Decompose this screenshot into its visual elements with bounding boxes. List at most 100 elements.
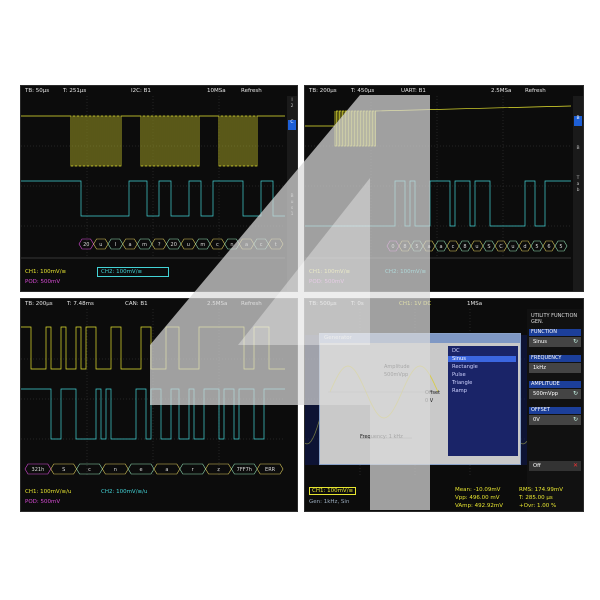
bus-decode-label: m — [200, 242, 205, 248]
amplitude-preview-value: 500mVpp — [384, 372, 409, 378]
side-button-t[interactable]: T — [574, 176, 582, 181]
off-label: Off — [533, 463, 541, 469]
rotary-knob-icon: ↻ — [572, 416, 578, 423]
bus-decode-label: u — [475, 244, 478, 250]
waveform-option-rectangle[interactable]: Rectangle — [452, 364, 478, 370]
ch1-tx-trace — [305, 105, 572, 147]
waveform-option-sinus[interactable]: Sinus — [448, 356, 516, 362]
side-button-b[interactable]: b — [574, 188, 582, 193]
waveform-option-dc[interactable]: DC — [452, 348, 460, 354]
amplitude-value: 500mVpp — [533, 391, 559, 397]
measurement-period: T: 285.00 µs — [519, 495, 553, 501]
bus-decode-label: 5 — [559, 244, 562, 250]
ch1-scale-label[interactable]: CH1: 100mV/≡ — [309, 269, 350, 275]
bus-decode-label: u — [511, 244, 514, 250]
bus-decode-label: 5 — [535, 244, 538, 250]
bus-decode-label: 8 — [403, 244, 406, 250]
side-button-s[interactable]: s — [288, 206, 296, 211]
bus-decode-label: n — [114, 467, 117, 473]
generator-status: Gen: 1kHz, Sin — [309, 499, 350, 505]
bus-decode-label: n — [230, 242, 233, 248]
ch2-rx-trace — [305, 180, 571, 227]
bus-decode-row: 321h Sc n e a r z 7FF7h ERR — [24, 463, 284, 475]
bus-decode-label: u — [187, 242, 190, 248]
bus-decode-label: a — [427, 244, 430, 250]
function-label: FUNCTION — [529, 329, 581, 336]
pod-scale-label[interactable]: POD: 500mV — [309, 279, 344, 285]
bus-decode-label: 7FF7h — [237, 467, 252, 473]
bus-decode-label: S — [487, 244, 490, 250]
function-generator-screen: TB: 500µs T: 0s CH1: 1V DC 1MSa Generato… — [304, 298, 584, 512]
bus-decode-label: ? — [158, 242, 161, 248]
measurement-rms: RMS: 174.99mV — [519, 487, 564, 493]
measurement-mean: Mean: -10.09mV — [455, 487, 501, 493]
pod-scale-label[interactable]: POD: 500mV — [25, 499, 60, 505]
i2c-waveform-area: 20 u Ia m? 20 u m c n a c t — [21, 96, 285, 259]
side-button-u[interactable]: u — [288, 200, 296, 205]
off-button[interactable]: Off ✕ — [529, 461, 581, 471]
amplitude-label: AMPLITUDE — [529, 381, 581, 388]
bus-decode-row: 0 8 5 a a c 8 u S Cu d 5 6 5 — [386, 240, 568, 252]
ch2-scale-label[interactable]: CH2: 100mV/≡/u — [101, 489, 148, 495]
bus-decode-label: S — [62, 467, 65, 473]
bus-decode-row: 20 u Ia m? 20 u m c n a c t — [78, 238, 284, 250]
side-menu: I 2 C B u s 1 — [287, 96, 297, 291]
bus-decode-label: 20 — [171, 242, 177, 248]
amplitude-preview-label: Amplitude — [384, 364, 410, 370]
can-waveform-area: 321h Sc n e a r z 7FF7h ERR — [21, 309, 285, 475]
can-decode-screen: TB: 200µs T: 7.48ms CAN: B1 2.5MSa Refre… — [20, 298, 298, 512]
bus-decode-label: ERR — [265, 467, 276, 473]
side-button-2[interactable]: 2 — [288, 104, 296, 109]
side-button-b2[interactable]: B — [574, 146, 582, 151]
side-button-c[interactable]: C — [288, 120, 296, 130]
bus-decode-label: r — [192, 467, 195, 473]
frequency-field[interactable]: 1kHz — [529, 363, 581, 373]
measurement-overshoot: +Ovr: 1.00 % — [519, 503, 557, 509]
bus-decode-label: a — [128, 242, 131, 248]
bus-decode-label: c — [216, 242, 219, 248]
side-button-b[interactable]: B — [288, 194, 296, 199]
waveform-list: DC Sinus Rectangle Pulse Triangle Ramp — [448, 346, 518, 456]
bus-decode-label: 5 — [415, 244, 418, 250]
side-button-b1[interactable]: B — [574, 116, 582, 126]
bus-decode-label: z — [217, 467, 220, 473]
side-button-a[interactable]: a — [574, 182, 582, 187]
ch2-scale-label[interactable]: CH2: 100mV/≡ — [101, 269, 142, 275]
bus-decode-label: I — [115, 242, 116, 248]
ch2-scale-label[interactable]: CH2: 100mV/≡ — [385, 269, 426, 275]
offset-label: OFFSET — [529, 407, 581, 414]
bus-decode-label: 20 — [83, 242, 89, 248]
bus-decode-label: u — [99, 242, 102, 248]
bus-decode-label: a — [439, 244, 442, 250]
frequency-value: 1kHz — [533, 365, 546, 371]
offset-value: 0V — [533, 417, 540, 423]
side-button-i[interactable]: I — [288, 98, 296, 103]
offset-field[interactable]: 0V ↻ — [529, 415, 581, 425]
utility-side-menu: UTILITY FUNCTION GEN. FUNCTION Sinus ↻ FR… — [527, 309, 583, 511]
bus-decode-label: 0 — [391, 244, 394, 250]
rotary-knob-icon: ↻ — [572, 338, 578, 345]
frequency-preview-label: Frequency: 1 kHz — [360, 434, 403, 440]
measurement-vamp: VAmp: 492.92mV — [455, 503, 503, 509]
bus-decode-label: c — [260, 242, 263, 248]
bus-decode-label: 6 — [547, 244, 550, 250]
bus-decode-label: a — [165, 467, 168, 473]
bus-decode-label: m — [142, 242, 147, 248]
bus-decode-label: e — [140, 467, 143, 473]
waveform-option-pulse[interactable]: Pulse — [452, 372, 466, 378]
ch1-scale-label[interactable]: CH1: 100mV/≡ — [25, 269, 66, 275]
pod-scale-label[interactable]: POD: 500mV — [25, 279, 60, 285]
bus-decode-label: 321h — [32, 467, 45, 473]
generator-dialog: Generator Amplitude 500mVpp Offset 0 V F… — [319, 333, 521, 465]
generator-dialog-title: Generator — [320, 334, 520, 343]
bus-decode-label: a — [245, 242, 248, 248]
function-select[interactable]: Sinus ↻ — [529, 337, 581, 347]
bus-decode-label: C — [499, 244, 503, 250]
amplitude-field[interactable]: 500mVpp ↻ — [529, 389, 581, 399]
side-button-1[interactable]: 1 — [288, 212, 296, 217]
i2c-decode-screen: TB: 50µs T: 251µs I2C: B1 10MSa Refresh … — [20, 85, 298, 292]
ch1-scale-label[interactable]: CH1: 100mV/≡/u — [25, 489, 72, 495]
waveform-option-triangle[interactable]: Triangle — [452, 380, 472, 386]
waveform-option-ramp[interactable]: Ramp — [452, 388, 467, 394]
ch1-scale-label[interactable]: CH1: 100mV/≡ — [309, 487, 357, 495]
